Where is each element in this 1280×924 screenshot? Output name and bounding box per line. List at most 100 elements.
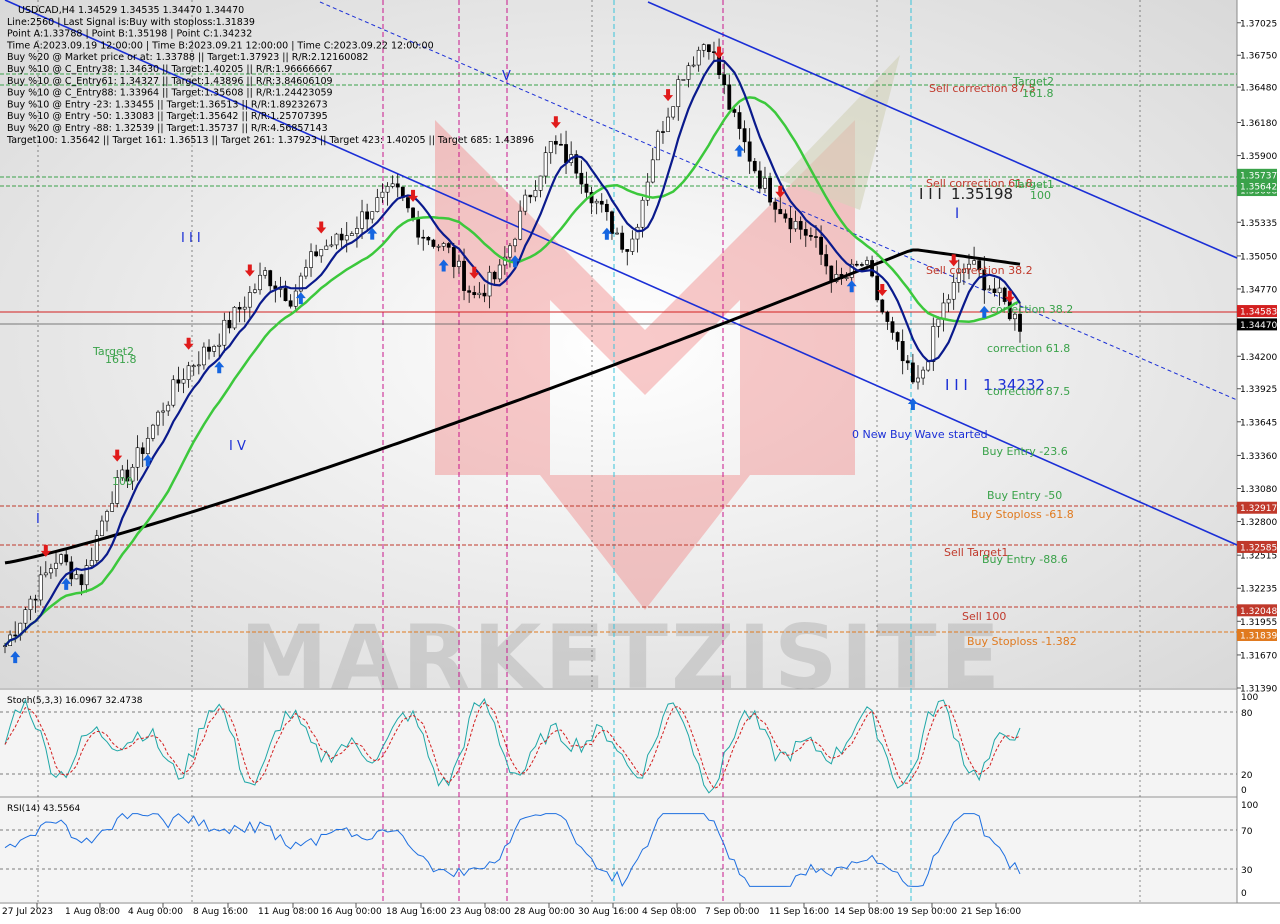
target2-left-value: 161.8 xyxy=(105,353,137,366)
candle-body xyxy=(655,131,660,161)
candle-body xyxy=(722,74,727,86)
candle-body xyxy=(196,364,201,367)
candle-body xyxy=(324,245,329,250)
candle-body xyxy=(635,226,640,240)
candle-body xyxy=(217,344,222,347)
candle-body xyxy=(742,128,747,143)
sell-100: Sell 100 xyxy=(962,610,1006,623)
info-line: Buy %20 @ Entry -88: 1.32539 || Target:1… xyxy=(7,123,328,134)
candle-body xyxy=(661,131,665,133)
price-badge-label: 1.32917 xyxy=(1240,504,1277,514)
buy-stoploss-1382: Buy Stoploss -1.382 xyxy=(967,635,1077,648)
candle-body xyxy=(752,160,757,172)
price-tick-label: 1.33925 xyxy=(1240,385,1277,395)
price-badges: 1.356751.356081.357371.356421.345831.344… xyxy=(1237,168,1277,641)
candle-body xyxy=(263,270,268,276)
candle-body xyxy=(854,263,859,266)
candle-body xyxy=(916,377,920,383)
candle-body xyxy=(763,177,767,189)
time-tick-label: 16 Aug 00:00 xyxy=(321,907,382,917)
buy-entry-886: Buy Entry -88.6 xyxy=(982,553,1068,566)
candle-body xyxy=(910,362,915,383)
candle-body xyxy=(543,152,548,177)
time-tick-label: 18 Aug 16:00 xyxy=(386,907,447,917)
candle-body xyxy=(808,235,813,237)
candle-body xyxy=(145,438,150,454)
candle-body xyxy=(599,200,604,205)
time-tick-label: 4 Sep 08:00 xyxy=(642,907,697,917)
candle-body xyxy=(431,239,436,247)
target2-top-value: 161.8 xyxy=(1022,87,1054,100)
price-badge-label: 1.35737 xyxy=(1240,171,1277,181)
candle-body xyxy=(859,264,864,266)
candle-body xyxy=(727,84,732,110)
candle-body xyxy=(691,64,696,67)
wave-I-right: I xyxy=(955,206,959,222)
candle-body xyxy=(23,609,28,624)
candle-body xyxy=(931,326,936,362)
candle-body xyxy=(451,247,456,267)
chart-canvas[interactable]: MARKETZISITE USDCAD,H4 1.34529 1.34535 1… xyxy=(0,0,1280,920)
target1-value: 100 xyxy=(1030,189,1051,202)
candle-body xyxy=(375,197,380,212)
candle-body xyxy=(819,236,823,255)
candle-body xyxy=(686,65,691,80)
candle-body xyxy=(880,299,885,313)
time-tick-label: 7 Sep 00:00 xyxy=(705,907,760,917)
info-line: Buy %10 @ C_Entry38: 1.34630 || Target:1… xyxy=(7,64,333,75)
price-badge-label: 1.34470 xyxy=(1240,321,1277,331)
candle-body xyxy=(579,172,584,185)
candle-body xyxy=(773,201,778,210)
candle-body xyxy=(844,277,849,279)
time-tick-label: 8 Aug 16:00 xyxy=(193,907,248,917)
price-badge-label: 1.32585 xyxy=(1240,543,1277,553)
info-line: Buy %20 @ Market price or at: 1.33788 ||… xyxy=(7,52,368,63)
candle-body xyxy=(166,404,171,412)
candle-body xyxy=(355,228,359,234)
candle-body xyxy=(171,379,176,406)
candle-body xyxy=(33,598,38,601)
stoch-level-80: 80 xyxy=(1241,709,1253,719)
time-tick-label: 21 Sep 16:00 xyxy=(961,907,1021,917)
candle-body xyxy=(553,141,558,145)
candle-body xyxy=(523,194,528,212)
buy-stoploss-618: Buy Stoploss -61.8 xyxy=(971,508,1074,521)
candle-body xyxy=(497,264,502,280)
candle-body xyxy=(564,144,568,163)
info-line: Buy %10 @ Entry -50: 1.33083 || Target:1… xyxy=(7,111,328,122)
candle-body xyxy=(212,346,217,352)
time-tick-label: 27 Jul 2023 xyxy=(2,907,53,917)
candle-body xyxy=(436,245,441,248)
candle-body xyxy=(319,249,324,257)
candle-body xyxy=(640,199,645,228)
candle-body xyxy=(64,554,69,563)
price-tick-label: 1.32800 xyxy=(1240,518,1277,528)
candle-body xyxy=(895,332,900,342)
price-tick-label: 1.36180 xyxy=(1240,119,1277,129)
candle-body xyxy=(905,360,910,364)
price-axis: 1.37025 1.36750 1.36480 1.36180 1.35900 1.356… xyxy=(1237,19,1277,695)
candle-body xyxy=(176,379,181,384)
candle-body xyxy=(390,183,395,187)
time-tick-label: 11 Sep 16:00 xyxy=(769,907,829,917)
price-tick-label: 1.32235 xyxy=(1240,585,1277,595)
price-tick-label: 1.34200 xyxy=(1240,353,1277,363)
price-tick-label: 1.33360 xyxy=(1240,452,1277,462)
candle-body xyxy=(314,251,319,257)
candle-body xyxy=(385,186,390,193)
candle-body xyxy=(865,260,869,265)
wave-I-label: I xyxy=(36,512,40,527)
candle-body xyxy=(202,346,206,366)
candle-body xyxy=(242,306,247,310)
candle-body xyxy=(671,106,676,118)
candle-body xyxy=(757,170,762,189)
candle-body xyxy=(824,254,829,267)
candle-body xyxy=(941,302,946,320)
candle-body xyxy=(737,112,742,129)
candle-body xyxy=(293,290,298,307)
candle-body xyxy=(926,361,931,371)
time-tick-label: 1 Aug 08:00 xyxy=(65,907,120,917)
candle-body xyxy=(946,298,951,304)
candle-body xyxy=(829,265,834,282)
candle-body xyxy=(732,109,737,113)
